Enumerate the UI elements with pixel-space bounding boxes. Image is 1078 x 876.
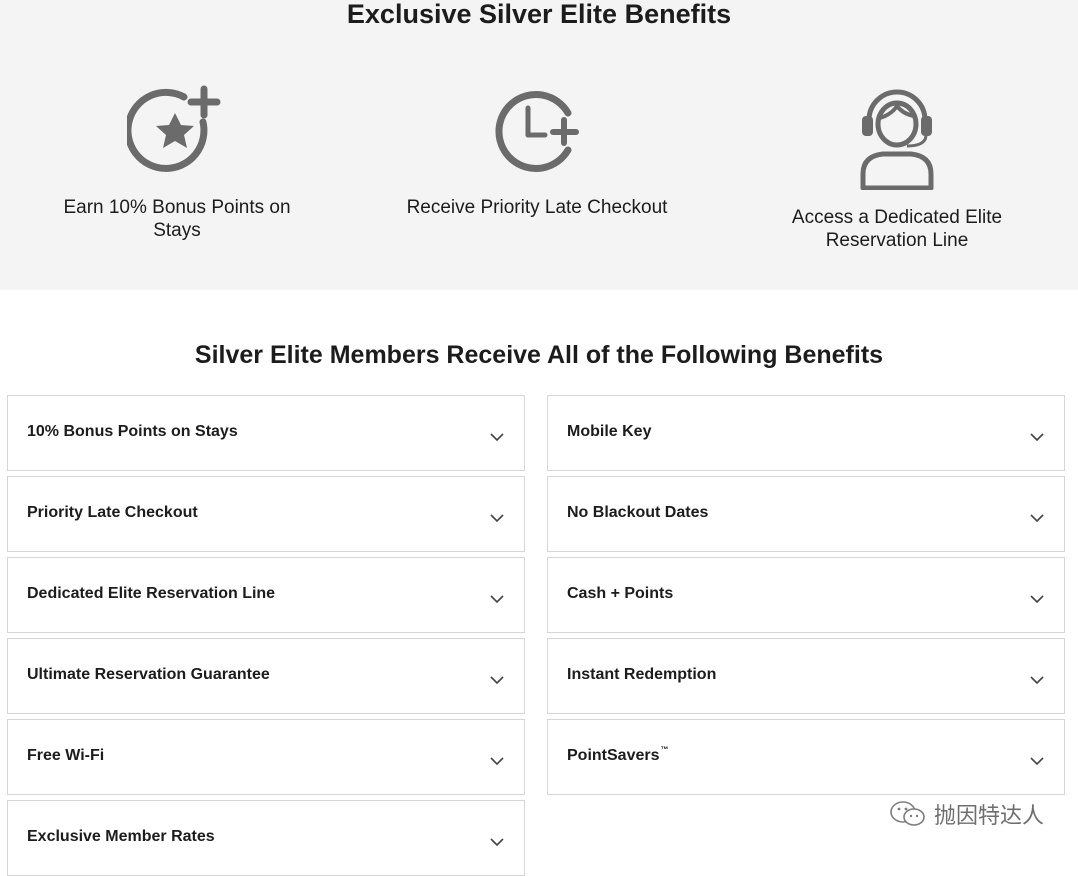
highlight-label: Access a Dedicated Elite Reservation Lin… [791, 207, 1003, 251]
watermark: 抛因特达人 [888, 798, 1044, 830]
highlight-late-checkout: Receive Priority Late Checkout [367, 80, 707, 219]
highlight-label: Earn 10% Bonus Points on Stays [63, 197, 291, 241]
accordion-item-label-wrap: PointSavers™ [567, 745, 669, 765]
highlights-band: Exclusive Silver Elite Benefits Earn 10%… [0, 0, 1078, 290]
accordion-item-bonus-points[interactable]: 10% Bonus Points on Stays [7, 395, 525, 471]
chevron-down-icon [490, 838, 504, 847]
accordion-item-reservation-line[interactable]: Dedicated Elite Reservation Line [7, 557, 525, 633]
chevron-down-icon [490, 676, 504, 685]
accordion-item-member-rates[interactable]: Exclusive Member Rates [7, 800, 525, 876]
accordion-item-label: PointSavers [567, 747, 660, 764]
chevron-down-icon [1030, 595, 1044, 604]
section-title: Silver Elite Members Receive All of the … [194, 341, 884, 369]
accordion-item-label: Ultimate Reservation Guarantee [27, 666, 270, 683]
accordion-item-label: Free Wi-Fi [27, 747, 105, 764]
accordion-item-label: Exclusive Member Rates [27, 828, 215, 845]
chevron-down-icon [1030, 676, 1044, 685]
watermark-text: 抛因特达人 [933, 804, 1044, 829]
accordion-item-reservation-guarantee[interactable]: Ultimate Reservation Guarantee [7, 638, 525, 714]
chevron-down-icon [1030, 433, 1044, 442]
accordion-item-label: Mobile Key [567, 423, 652, 440]
chevron-down-icon [1030, 514, 1044, 523]
clock-plus-icon [495, 91, 579, 172]
accordion-item-label: Priority Late Checkout [27, 504, 198, 521]
accordion-item-label: Instant Redemption [567, 666, 717, 683]
accordion-item-free-wifi[interactable]: Free Wi-Fi [7, 719, 525, 795]
star-plus-icon [127, 85, 221, 172]
highlight-reservation-line: Access a Dedicated Elite Reservation Lin… [727, 80, 1067, 252]
accordion-item-label: 10% Bonus Points on Stays [27, 423, 238, 440]
page-title: Exclusive Silver Elite Benefits [346, 0, 732, 29]
headset-agent-icon [860, 89, 934, 190]
chevron-down-icon [1030, 757, 1044, 766]
accordion-item-mobile-key[interactable]: Mobile Key [547, 395, 1065, 471]
chevron-down-icon [490, 433, 504, 442]
accordion-item-label: Cash + Points [567, 585, 674, 602]
highlight-bonus-points: Earn 10% Bonus Points on Stays [7, 80, 347, 242]
accordion-item-label: Dedicated Elite Reservation Line [27, 585, 276, 602]
chevron-down-icon [490, 757, 504, 766]
accordion-item-no-blackout-dates[interactable]: No Blackout Dates [547, 476, 1065, 552]
accordion-item-late-checkout[interactable]: Priority Late Checkout [7, 476, 525, 552]
accordion-item-pointsavers[interactable]: PointSavers™ [547, 719, 1065, 795]
accordion-item-label: No Blackout Dates [567, 504, 709, 521]
accordion-item-cash-points[interactable]: Cash + Points [547, 557, 1065, 633]
wechat-icon [890, 801, 925, 826]
accordion-item-instant-redemption[interactable]: Instant Redemption [547, 638, 1065, 714]
highlight-label: Receive Priority Late Checkout [406, 197, 668, 218]
trademark-mark: ™ [660, 745, 669, 754]
chevron-down-icon [490, 595, 504, 604]
chevron-down-icon [490, 514, 504, 523]
